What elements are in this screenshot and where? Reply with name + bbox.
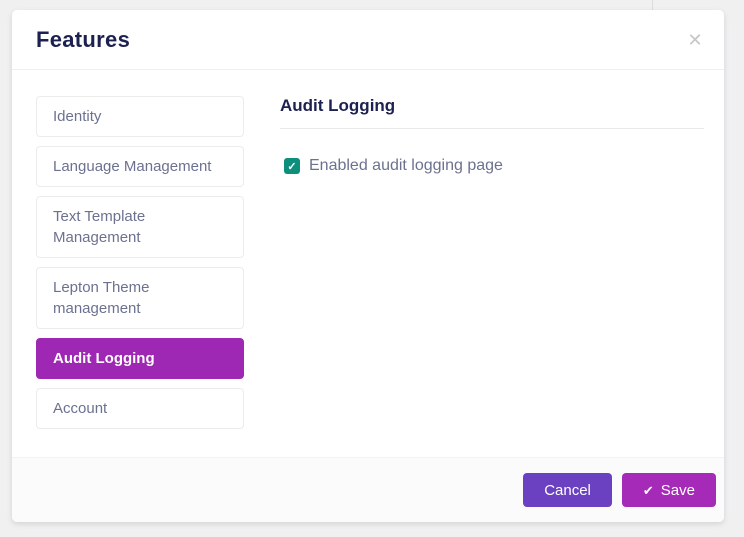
modal-body: Identity Language Management Text Templa… [12, 70, 724, 429]
enabled-audit-logging-checkbox[interactable]: ✓ [284, 158, 300, 174]
feature-tab-label: Language Management [53, 158, 211, 175]
modal-footer: Cancel ✔ Save [12, 457, 724, 522]
checkbox-label: Enabled audit logging page [309, 157, 503, 175]
feature-tab-account[interactable]: Account [36, 388, 244, 429]
check-icon: ✔ [643, 484, 654, 497]
feature-tab-audit-logging[interactable]: Audit Logging [36, 338, 244, 379]
feature-tab-label: Audit Logging [53, 350, 155, 367]
feature-tab-label: Account [53, 400, 107, 417]
feature-tab-list: Identity Language Management Text Templa… [36, 96, 244, 429]
close-button[interactable]: ✕ [682, 27, 708, 53]
feature-tab-text-template-management[interactable]: Text Template Management [36, 196, 244, 258]
check-icon: ✓ [287, 160, 296, 173]
features-modal: Features ✕ Identity Language Management … [12, 10, 724, 522]
close-icon: ✕ [687, 31, 702, 49]
feature-tab-lepton-theme-management[interactable]: Lepton Theme management [36, 267, 244, 329]
feature-tab-label: Lepton Theme management [53, 279, 149, 317]
save-button-label: Save [661, 482, 695, 499]
enabled-audit-logging-row[interactable]: ✓ Enabled audit logging page [284, 157, 704, 175]
cancel-button[interactable]: Cancel [523, 473, 612, 507]
feature-tab-identity[interactable]: Identity [36, 96, 244, 137]
feature-content-panel: Audit Logging ✓ Enabled audit logging pa… [280, 96, 704, 429]
feature-tab-label: Text Template Management [53, 208, 145, 246]
feature-tab-language-management[interactable]: Language Management [36, 146, 244, 187]
modal-title: Features [36, 27, 130, 53]
cancel-button-label: Cancel [544, 482, 591, 499]
save-button[interactable]: ✔ Save [622, 473, 716, 507]
modal-header: Features ✕ [12, 10, 724, 70]
content-heading: Audit Logging [280, 96, 704, 129]
feature-tab-label: Identity [53, 108, 101, 125]
